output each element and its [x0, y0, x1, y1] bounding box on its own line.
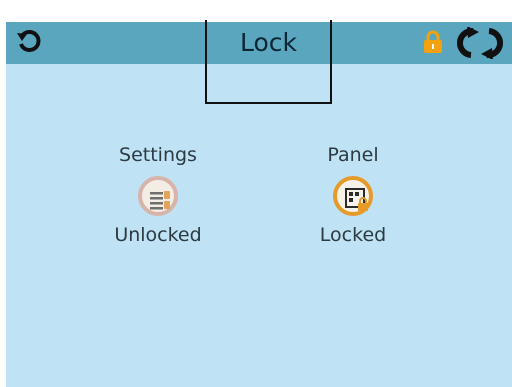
locked-panel-icon: [345, 188, 368, 211]
lock-item-label: Panel: [327, 144, 379, 166]
panel-toggle[interactable]: [333, 176, 373, 216]
lock-item-settings[interactable]: Settings Unlocked: [88, 142, 228, 248]
undo-arrow-icon[interactable]: [16, 29, 42, 59]
padlock-icon: [423, 30, 443, 58]
lock-item-label: Settings: [119, 144, 197, 166]
sync-arrows-icon[interactable]: [455, 26, 505, 63]
lock-status: Unlocked: [114, 224, 202, 246]
lock-item-panel[interactable]: Panel Locked: [283, 142, 423, 248]
page-title: Lock: [239, 28, 297, 57]
settings-sliders-icon: [150, 191, 170, 210]
lock-status: Locked: [319, 224, 387, 246]
lock-screen: Lock Settings Unlocked Panel Locked: [6, 20, 512, 387]
settings-toggle[interactable]: [138, 176, 178, 216]
